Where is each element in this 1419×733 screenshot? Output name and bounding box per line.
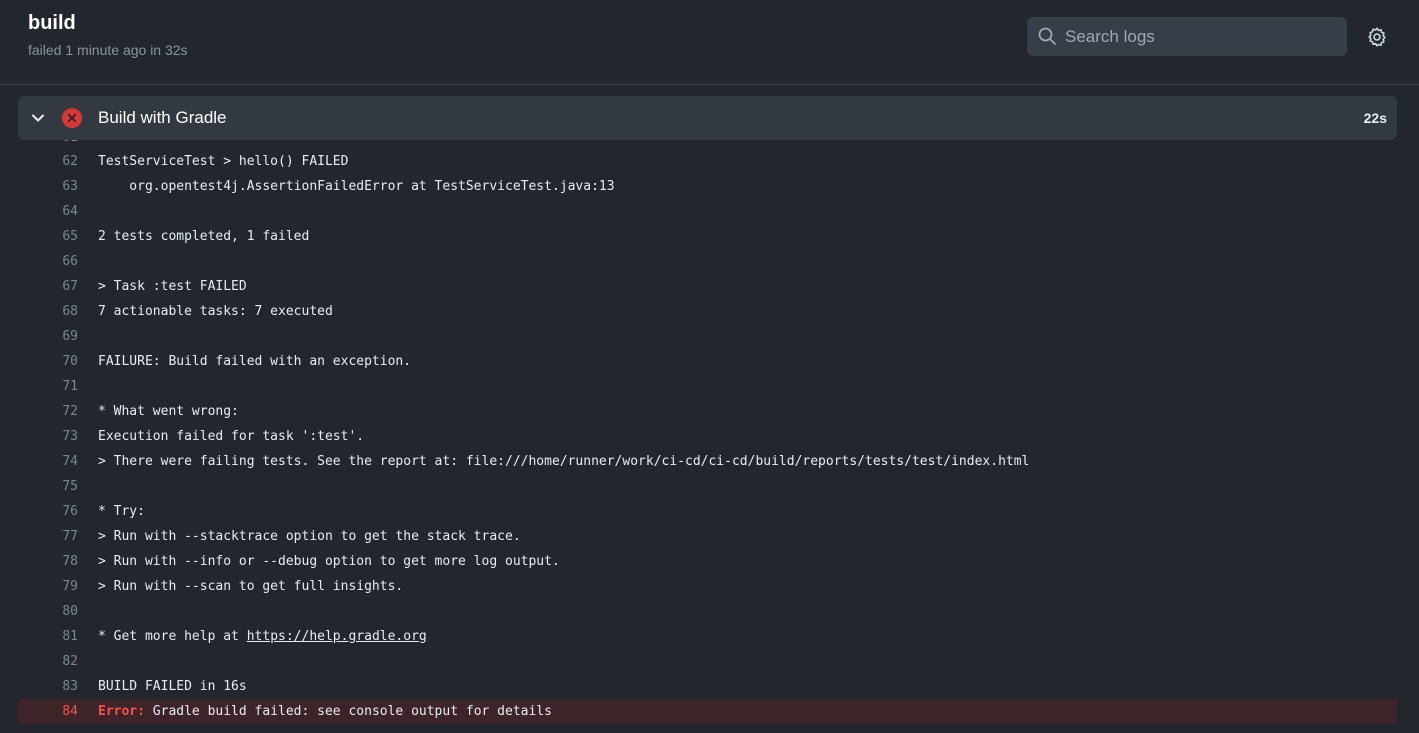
line-text: Error: Gradle build failed: see console … [98,699,552,724]
x-circle-icon [62,108,82,128]
line-text: BUILD FAILED in 16s [98,674,247,699]
line-text: org.opentest4j.AssertionFailedError at T… [98,174,615,199]
log-line: 82 [18,649,1397,674]
log-line-error: 84 Error: Gradle build failed: see consol… [18,699,1397,724]
line-content: * Try: [98,504,145,519]
error-label: Error: [98,704,145,719]
log-line: 66 [18,249,1397,274]
line-text: > There were failing tests. See the repo… [98,449,1029,474]
line-content: > Task :test FAILED [98,279,247,294]
line-number[interactable]: 80 [18,599,78,624]
line-content: BUILD FAILED in 16s [98,679,247,694]
log-line: 77 > Run with --stacktrace option to get … [18,524,1397,549]
log-line: 81 * Get more help at https://help.gradle… [18,624,1397,649]
line-number[interactable]: 84 [18,699,78,724]
line-number[interactable]: 67 [18,274,78,299]
step-header[interactable]: Build with Gradle 22s [18,96,1397,140]
line-text: 7 actionable tasks: 7 executed [98,299,333,324]
line-number[interactable]: 82 [18,649,78,674]
line-number[interactable]: 78 [18,549,78,574]
line-content: > Run with --scan to get full insights. [98,579,404,594]
line-text: Execution failed for task ':test'. [98,424,364,449]
line-content: Execution failed for task ':test'. [98,429,365,444]
log-line: 73 Execution failed for task ':test'. [18,424,1397,449]
line-content: > Run with --info or --debug option to g… [98,554,560,569]
log-line: 64 [18,199,1397,224]
log-output[interactable]: 61 62 TestServiceTest > hello() FAILED 63 … [18,140,1397,733]
line-number[interactable]: 68 [18,299,78,324]
line-content: > There were failing tests. See the repo… [98,454,1030,469]
line-number[interactable]: 70 [18,349,78,374]
log-line: 79 > Run with --scan to get full insights… [18,574,1397,599]
line-number[interactable]: 66 [18,249,78,274]
log-line-partial: 61 [18,140,1397,149]
line-number[interactable]: 69 [18,324,78,349]
line-text: FAILURE: Build failed with an exception. [98,349,411,374]
line-number[interactable]: 76 [18,499,78,524]
line-text: TestServiceTest > hello() FAILED [98,149,348,174]
step-duration: 22s [1363,110,1387,126]
job-title: build [28,12,76,34]
line-content: TestServiceTest > hello() FAILED [98,154,349,169]
line-number[interactable]: 77 [18,524,78,549]
search-input[interactable] [1065,17,1335,56]
line-content: FAILURE: Build failed with an exception. [98,354,412,369]
line-text: > Task :test FAILED [98,274,247,299]
log-line: 70 FAILURE: Build failed with an exceptio… [18,349,1397,374]
line-number[interactable]: 73 [18,424,78,449]
line-text: > Run with --scan to get full insights. [98,574,403,599]
step-name: Build with Gradle [98,108,227,127]
log-line: 63 org.opentest4j.AssertionFailedError a… [18,174,1397,199]
line-number[interactable]: 72 [18,399,78,424]
line-text: 2 tests completed, 1 failed [98,224,309,249]
help-link[interactable]: https://help.gradle.org [247,629,427,644]
line-text: * What went wrong: [98,399,239,424]
line-text: > Run with --info or --debug option to g… [98,549,560,574]
search-icon [1038,27,1056,45]
line-text: * Try: [98,499,145,524]
line-number[interactable]: 65 [18,224,78,249]
log-line: 75 [18,474,1397,499]
line-content: Gradle build failed: see console output … [144,704,552,719]
line-number[interactable]: 79 [18,574,78,599]
log-line: 83 BUILD FAILED in 16s [18,674,1397,699]
line-number[interactable]: 83 [18,674,78,699]
job-header: build failed 1 minute ago in 32s [0,0,1419,85]
line-content: org.opentest4j.AssertionFailedError at T… [98,179,615,194]
line-content: * Get more help at [98,629,247,644]
log-line: 69 [18,324,1397,349]
line-content: 7 actionable tasks: 7 executed [98,304,333,319]
job-status: failed 1 minute ago in 32s [28,42,188,58]
line-text: * Get more help at https://help.gradle.o… [98,624,427,649]
log-line: 62 TestServiceTest > hello() FAILED [18,149,1397,174]
search-box[interactable] [1027,17,1347,56]
line-content: > Run with --stacktrace option to get th… [98,529,521,544]
line-number[interactable]: 71 [18,374,78,399]
line-number[interactable]: 63 [18,174,78,199]
line-number[interactable]: 62 [18,149,78,174]
gear-icon[interactable] [1366,26,1388,48]
line-content: 2 tests completed, 1 failed [98,229,310,244]
line-number[interactable]: 75 [18,474,78,499]
line-number[interactable]: 64 [18,199,78,224]
log-line: 68 7 actionable tasks: 7 executed [18,299,1397,324]
chevron-down-icon[interactable] [30,110,46,126]
log-line: 71 [18,374,1397,399]
line-number[interactable]: 74 [18,449,78,474]
line-number[interactable]: 61 [18,140,78,149]
line-number[interactable]: 81 [18,624,78,649]
log-line: 76 * Try: [18,499,1397,524]
log-line: 67 > Task :test FAILED [18,274,1397,299]
line-text: > Run with --stacktrace option to get th… [98,524,521,549]
log-line: 80 [18,599,1397,624]
log-line: 74 > There were failing tests. See the re… [18,449,1397,474]
line-content: * What went wrong: [98,404,239,419]
log-line: 78 > Run with --info or --debug option to… [18,549,1397,574]
log-line: 72 * What went wrong: [18,399,1397,424]
log-line: 65 2 tests completed, 1 failed [18,224,1397,249]
